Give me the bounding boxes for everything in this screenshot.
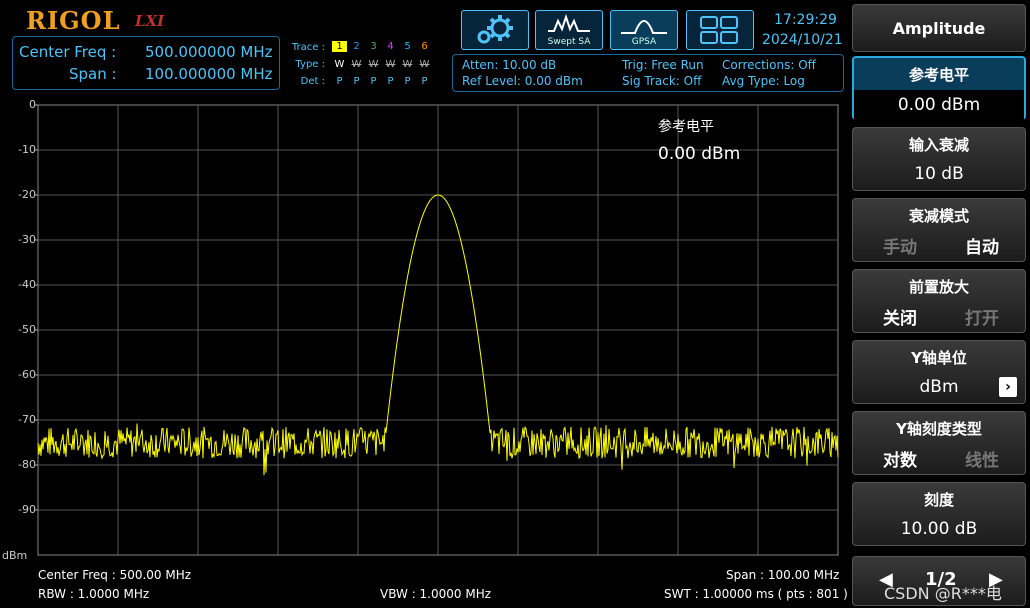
spectrum-wave-icon: [548, 13, 590, 32]
softkey-preamp[interactable]: 前置放大 关闭 打开: [852, 269, 1026, 333]
softkey-title: 输入衰减: [908, 136, 969, 154]
softkey-atten-mode[interactable]: 衰减模式 手动 自动: [852, 198, 1026, 262]
trace-5-selector[interactable]: 5: [400, 41, 415, 52]
trace-1-selector[interactable]: 1: [332, 41, 347, 52]
trace-4-detector: P: [387, 76, 394, 87]
bottom-center-freq: Center Freq : 500.00 MHz: [38, 568, 192, 582]
menu-title[interactable]: Amplitude: [852, 4, 1026, 52]
softkey-ref-level[interactable]: 参考电平 0.00 dBm: [852, 56, 1026, 120]
softkey-value: 10 dB: [914, 164, 964, 184]
softkey-title: Y轴单位: [911, 349, 967, 367]
gpsa-label: GPSA: [631, 37, 657, 47]
softkey-title: 参考电平: [908, 66, 969, 84]
softkey-input-atten[interactable]: 输入衰减 10 dB: [852, 127, 1026, 191]
measurement-info: Atten: 10.00 dB Ref Level: 0.00 dBm Trig…: [452, 54, 844, 92]
trace-4-selector[interactable]: 4: [383, 41, 398, 52]
bottom-rbw: RBW : 1.0000 MHz: [38, 587, 150, 601]
status-header: RIGOL LXI Center Freq : 500.000000 MHz S…: [0, 0, 848, 96]
trace-3-selector[interactable]: 3: [366, 41, 381, 52]
trace-1-detector: P: [336, 76, 343, 87]
trace-2-selector[interactable]: 2: [349, 41, 364, 52]
grid-layout-icon: [700, 16, 738, 44]
trace-3-type: W: [368, 59, 379, 70]
ref-level-marker-label: 参考电平: [658, 119, 714, 135]
rigol-logo: RIGOL: [26, 6, 121, 35]
trig-info: Trig: Free Run: [622, 58, 704, 72]
softkey-value: 0.00 dBm: [854, 90, 1024, 120]
trace-5-type: W: [402, 59, 413, 70]
center-freq-value: 500.000000 MHz: [145, 43, 273, 61]
swept-sa-label: Swept SA: [547, 37, 591, 47]
trace-2-type: W: [351, 59, 362, 70]
softkey-scale-div[interactable]: 刻度 10.00 dB: [852, 482, 1026, 546]
softkey-title: Y轴刻度类型: [896, 420, 982, 438]
trace-3-detector: P: [370, 76, 377, 87]
softkey-value: 10.00 dB: [900, 519, 978, 539]
watermark: CSDN @R***电: [884, 584, 1002, 603]
ref-level-marker-value: 0.00 dBm: [658, 144, 741, 164]
clock-date: 2024/10/21: [762, 32, 843, 48]
trace-6-type: W: [419, 59, 430, 70]
layout-grid-button[interactable]: [686, 10, 754, 50]
softkey-title: 刻度: [923, 491, 954, 509]
softkey-title: 前置放大: [908, 278, 969, 296]
atten-info: Atten: 10.00 dB: [462, 58, 557, 72]
lxi-logo: LXI: [135, 12, 165, 30]
frequency-summary[interactable]: Center Freq : 500.000000 MHz Span : 100.…: [12, 36, 280, 90]
bottom-span: Span : 100.00 MHz: [726, 568, 840, 582]
trace-4-type: W: [385, 59, 396, 70]
trace-5-detector: P: [404, 76, 411, 87]
chevron-right-icon[interactable]: ›: [999, 377, 1017, 397]
corrections-info: Corrections: Off: [722, 58, 816, 72]
trace-panel[interactable]: Trace : Type : Det : 1WP2WP3WP4WP5WP6WP: [284, 36, 448, 88]
trace-label: Trace :: [291, 42, 325, 53]
trace-6-detector: P: [421, 76, 428, 87]
clock-time: 17:29:29: [774, 12, 837, 28]
bottom-vbw: VBW : 1.0000 MHz: [380, 587, 492, 601]
spectrum-chart[interactable]: [0, 96, 848, 566]
gpsa-button[interactable]: GPSA: [610, 10, 678, 50]
option-off[interactable]: 关闭: [883, 304, 917, 329]
trace-2-detector: P: [353, 76, 360, 87]
gears-icon: [477, 15, 513, 44]
peak-curve-icon: [621, 20, 667, 34]
swept-sa-button[interactable]: Swept SA: [535, 10, 603, 50]
spectrum-plot-area[interactable]: 0 -10 -20 -30 -40 -50 -60 -70 -80 -90 dBm 参考电平 0.…: [0, 96, 848, 608]
softkey-y-unit[interactable]: Y轴单位 dBm ›: [852, 340, 1026, 404]
softkey-menu: Amplitude 参考电平 0.00 dBm 输入衰减 10 dB 衰减模式 …: [848, 0, 1030, 608]
span-value: 100.000000 MHz: [145, 65, 273, 83]
det-label: Det :: [300, 76, 325, 87]
settings-gear-button[interactable]: [461, 10, 529, 50]
option-auto[interactable]: 自动: [965, 233, 999, 258]
center-freq-label: Center Freq :: [19, 43, 117, 61]
option-on[interactable]: 打开: [965, 304, 999, 329]
span-label: Span :: [69, 65, 117, 83]
softkey-y-scale-type[interactable]: Y轴刻度类型 对数 线性: [852, 411, 1026, 475]
type-label: Type :: [295, 59, 325, 70]
trace-1-type: W: [334, 59, 345, 70]
softkey-title: 衰减模式: [908, 207, 969, 225]
avg-type-info: Avg Type: Log: [722, 74, 805, 88]
option-linear[interactable]: 线性: [965, 446, 999, 471]
ref-level-info: Ref Level: 0.00 dBm: [462, 74, 583, 88]
trace-6-selector[interactable]: 6: [417, 41, 432, 52]
sig-track-info: Sig Track: Off: [622, 74, 702, 88]
bottom-swt: SWT : 1.00000 ms ( pts : 801 ): [664, 587, 848, 601]
option-manual[interactable]: 手动: [883, 233, 917, 258]
option-log[interactable]: 对数: [883, 446, 917, 471]
